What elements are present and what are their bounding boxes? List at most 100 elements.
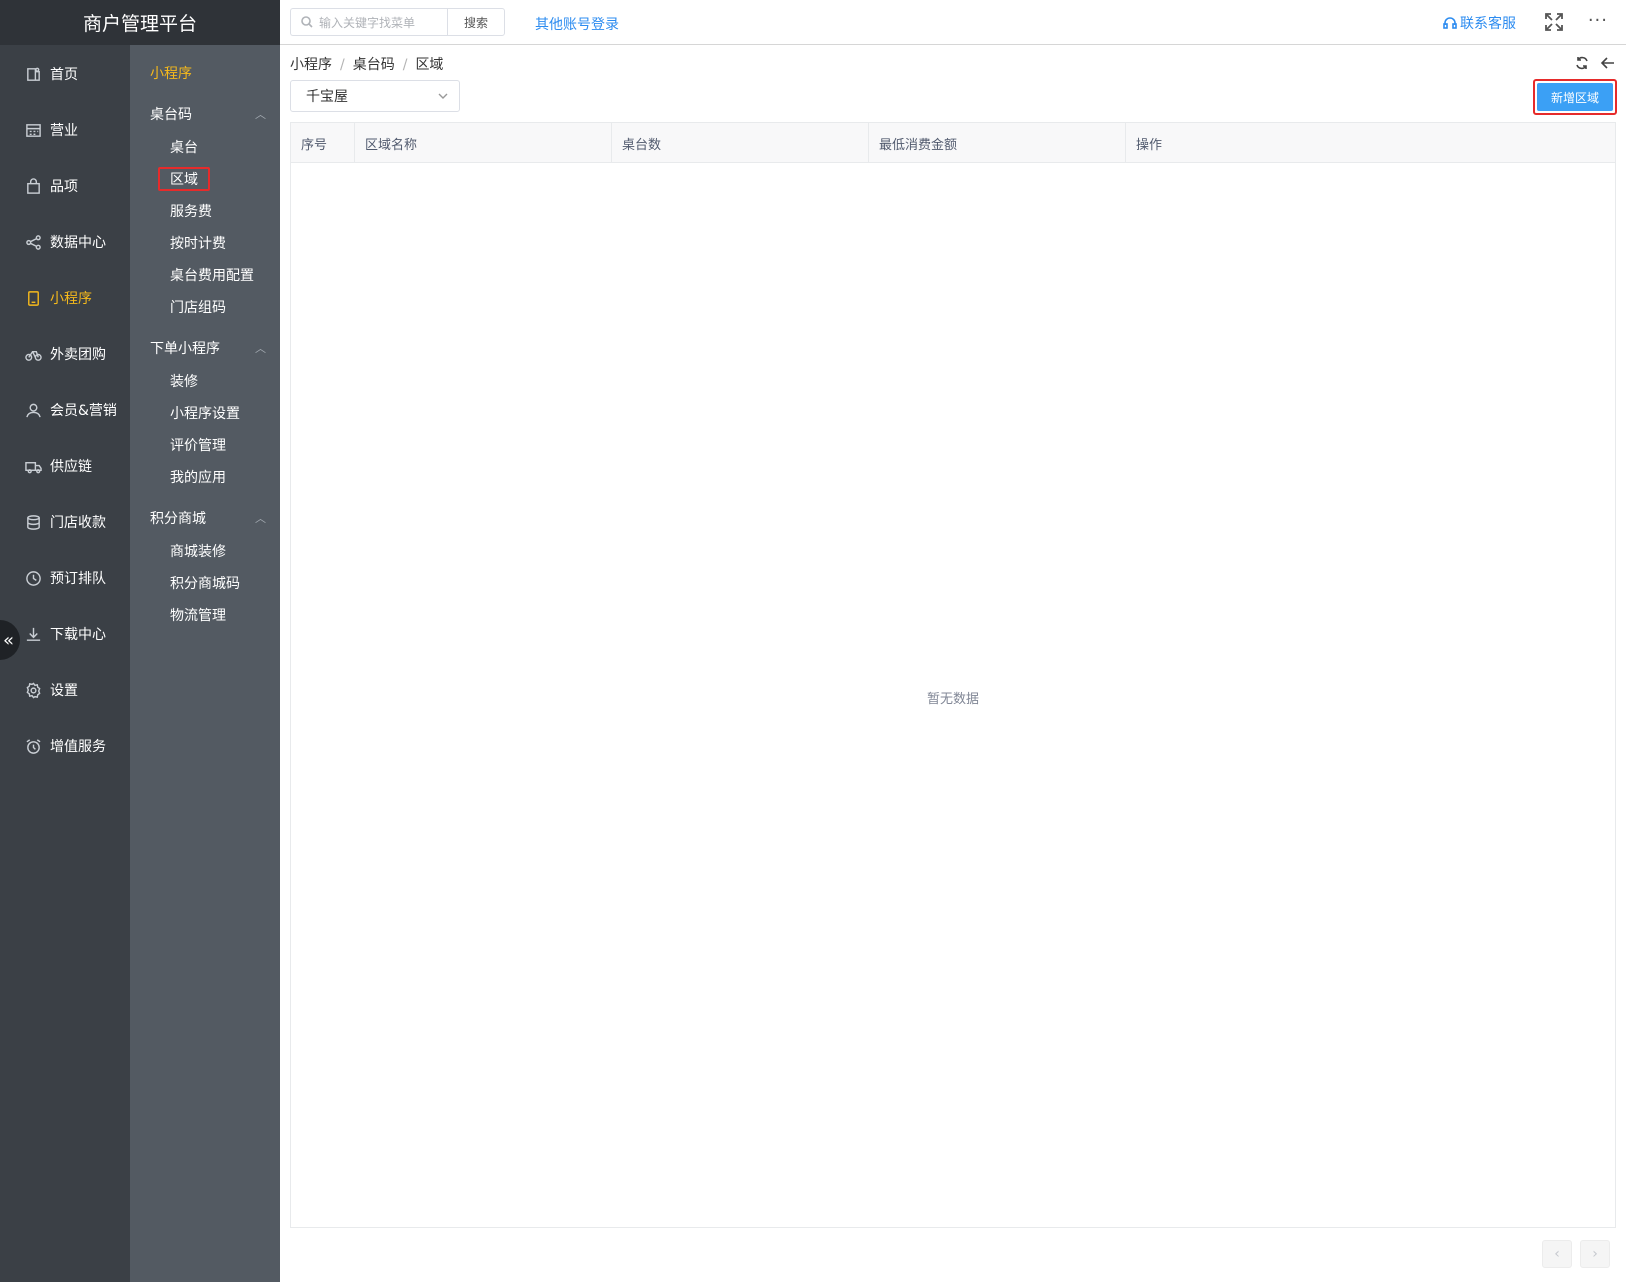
home-icon xyxy=(24,65,42,83)
breadcrumb-separator: / xyxy=(402,57,408,73)
main-nav: 首页 营业 品项 数据中心 小程序 外卖团购 会员&营销 供应链 门店收款 预订… xyxy=(0,46,130,774)
refresh-button[interactable] xyxy=(1574,55,1590,71)
other-account-login-link[interactable]: 其他账号登录 xyxy=(535,14,619,34)
store-select-value: 千宝屋 xyxy=(306,89,348,105)
app-title: 商户管理平台 xyxy=(0,0,280,45)
sub-item-label: 物流管理 xyxy=(170,608,226,624)
sub-item-service-fee[interactable]: 服务费 xyxy=(130,195,280,227)
column-header-actions: 操作 xyxy=(1136,137,1163,153)
nav-item-supply-chain[interactable]: 供应链 xyxy=(0,438,130,494)
more-options-button[interactable]: ··· xyxy=(1588,10,1608,31)
download-icon xyxy=(24,625,42,643)
calendar-icon xyxy=(24,121,42,139)
nav-item-delivery[interactable]: 外卖团购 xyxy=(0,326,130,382)
sub-item-mall-decoration[interactable]: 商城装修 xyxy=(130,535,280,567)
nav-item-member-marketing[interactable]: 会员&营销 xyxy=(0,382,130,438)
nav-item-reservation[interactable]: 预订排队 xyxy=(0,550,130,606)
nav-item-products[interactable]: 品项 xyxy=(0,158,130,214)
nav-label: 设置 xyxy=(50,683,78,699)
nav-label: 增值服务 xyxy=(50,739,106,755)
nav-item-store-payment[interactable]: 门店收款 xyxy=(0,494,130,550)
nav-item-mini-program[interactable]: 小程序 xyxy=(0,270,130,326)
sub-sidebar-title: 小程序 xyxy=(150,66,192,82)
nav-label: 供应链 xyxy=(50,459,92,475)
breadcrumb-item[interactable]: 桌台码 xyxy=(353,57,395,73)
area-table: 序号 区域名称 桌台数 最低消费金额 操作 暂无数据 xyxy=(290,122,1616,1228)
breadcrumb: 小程序 / 桌台码 / 区域 xyxy=(290,54,443,74)
nav-label: 会员&营销 xyxy=(50,403,117,419)
sub-group-points-mall[interactable]: 积分商城 ︿ xyxy=(130,501,280,535)
sub-item-decoration[interactable]: 装修 xyxy=(130,365,280,397)
sub-item-label: 积分商城码 xyxy=(170,576,240,592)
nav-label: 预订排队 xyxy=(50,571,106,587)
nav-item-data-center[interactable]: 数据中心 xyxy=(0,214,130,270)
add-area-button[interactable]: 新增区域 xyxy=(1537,83,1613,111)
contact-support-link[interactable]: 联系客服 xyxy=(1443,13,1516,33)
sub-group-table-code[interactable]: 桌台码 ︿ xyxy=(130,97,280,131)
sub-item-table-fee-config[interactable]: 桌台费用配置 xyxy=(130,259,280,291)
nav-item-value-added[interactable]: 增值服务 xyxy=(0,718,130,774)
sub-item-my-apps[interactable]: 我的应用 xyxy=(130,461,280,493)
share-icon xyxy=(24,233,42,251)
nav-label: 外卖团购 xyxy=(50,347,106,363)
prev-page-button[interactable]: ‹ xyxy=(1542,1240,1572,1268)
user-icon xyxy=(24,401,42,419)
sub-item-label: 评价管理 xyxy=(170,438,226,454)
alarm-icon xyxy=(24,737,42,755)
nav-label: 门店收款 xyxy=(50,515,106,531)
sub-item-area[interactable]: 区域 xyxy=(130,163,280,195)
chevron-up-icon: ︿ xyxy=(255,342,266,355)
sub-item-label: 小程序设置 xyxy=(170,406,240,422)
sub-group-label: 积分商城 xyxy=(150,511,206,527)
sub-item-label: 服务费 xyxy=(170,204,212,220)
sub-item-logistics[interactable]: 物流管理 xyxy=(130,599,280,631)
nav-label: 营业 xyxy=(50,123,78,139)
column-header-index: 序号 xyxy=(291,123,355,163)
search-button[interactable]: 搜索 xyxy=(447,8,505,36)
next-page-button[interactable]: › xyxy=(1580,1240,1610,1268)
nav-label: 小程序 xyxy=(50,291,92,307)
tablet-icon xyxy=(24,289,42,307)
nav-item-download-center[interactable]: 下载中心 xyxy=(0,606,130,662)
sub-item-label: 门店组码 xyxy=(170,300,226,316)
sub-item-table[interactable]: 桌台 xyxy=(130,131,280,163)
breadcrumb-item[interactable]: 小程序 xyxy=(290,57,332,73)
back-button[interactable] xyxy=(1600,55,1616,71)
sub-sidebar: 小程序 桌台码 ︿ 桌台 区域 服务费 按时计费 桌台费用配置 门店组码 下单小… xyxy=(130,45,280,1282)
add-area-button-highlight: 新增区域 xyxy=(1533,79,1617,115)
gear-icon xyxy=(24,681,42,699)
nav-item-settings[interactable]: 设置 xyxy=(0,662,130,718)
sub-item-label: 装修 xyxy=(170,374,198,390)
sub-item-label: 我的应用 xyxy=(170,470,226,486)
bike-icon xyxy=(24,345,42,363)
sub-group-label: 下单小程序 xyxy=(150,341,220,357)
sub-group-order-mini-program[interactable]: 下单小程序 ︿ xyxy=(130,331,280,365)
sub-item-mini-program-settings[interactable]: 小程序设置 xyxy=(130,397,280,429)
fullscreen-button[interactable] xyxy=(1544,12,1564,32)
nav-label: 首页 xyxy=(50,67,78,83)
column-header-min-spend: 最低消费金额 xyxy=(869,123,1126,163)
breadcrumb-item-current: 区域 xyxy=(415,57,444,73)
store-select[interactable]: 千宝屋 xyxy=(290,80,460,112)
search-icon xyxy=(301,16,313,28)
nav-label: 下载中心 xyxy=(50,627,106,643)
nav-item-business[interactable]: 营业 xyxy=(0,102,130,158)
sub-item-label: 桌台 xyxy=(170,140,198,156)
nav-item-home[interactable]: 首页 xyxy=(0,46,130,102)
table-header: 序号 区域名称 桌台数 最低消费金额 操作 xyxy=(291,123,1615,163)
coins-icon xyxy=(24,513,42,531)
sub-item-store-group-code[interactable]: 门店组码 xyxy=(130,291,280,323)
nav-label: 品项 xyxy=(50,179,78,195)
search-placeholder: 输入关键字找菜单 xyxy=(319,15,416,30)
menu-search-input[interactable]: 输入关键字找菜单 xyxy=(290,8,447,36)
chevron-up-icon: ︿ xyxy=(255,512,266,525)
sub-item-label: 商城装修 xyxy=(170,544,226,560)
truck-icon xyxy=(24,457,42,475)
sub-item-hourly-billing[interactable]: 按时计费 xyxy=(130,227,280,259)
support-label: 联系客服 xyxy=(1460,16,1516,32)
arrow-left-icon xyxy=(1600,57,1614,69)
clock-icon xyxy=(24,569,42,587)
sub-item-points-mall-code[interactable]: 积分商城码 xyxy=(130,567,280,599)
empty-state-text: 暂无数据 xyxy=(926,692,979,707)
sub-item-review-management[interactable]: 评价管理 xyxy=(130,429,280,461)
